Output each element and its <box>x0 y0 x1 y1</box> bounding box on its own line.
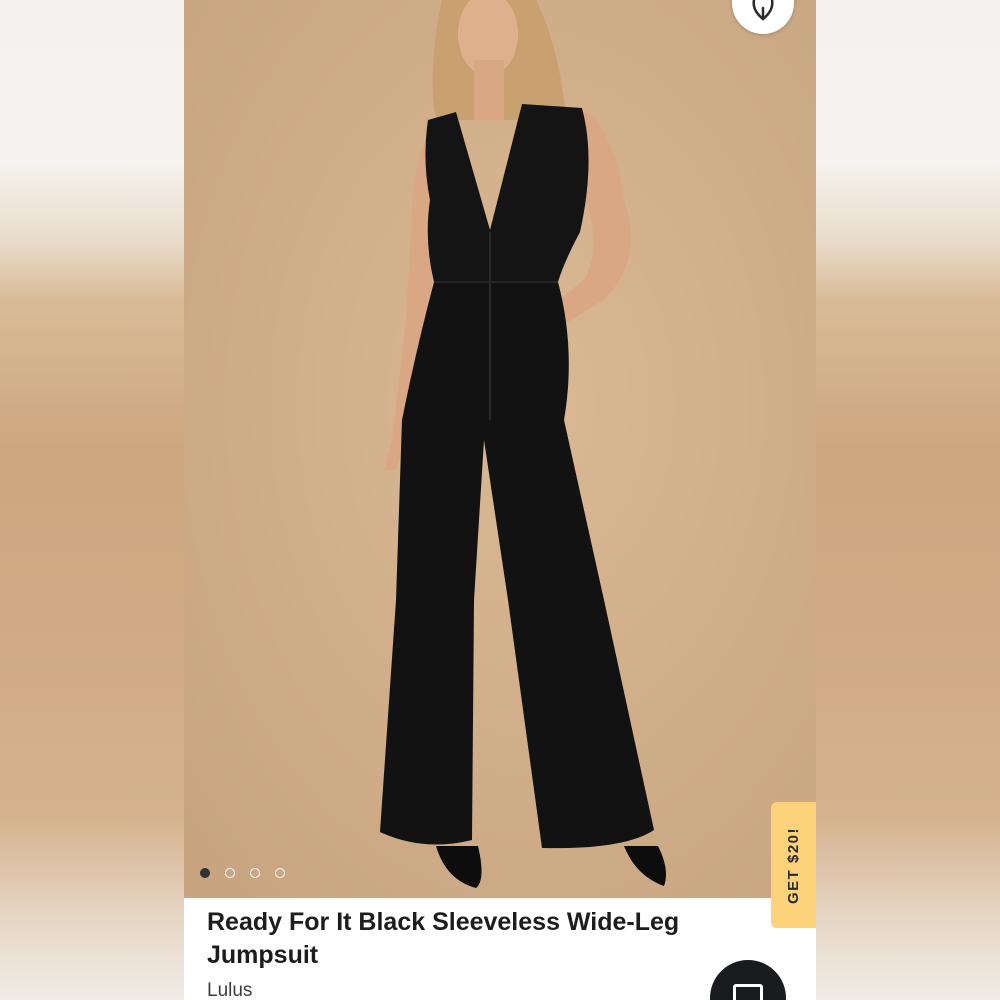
listing-screen: GET $20! Ready For It Black Sleeveless W… <box>184 0 816 1000</box>
listing-brand[interactable]: Lulus <box>207 980 747 1000</box>
heart-icon <box>752 0 774 21</box>
gallery-dot[interactable] <box>275 868 285 878</box>
product-photo[interactable] <box>184 0 816 898</box>
message-icon <box>733 984 763 1000</box>
model-illustration <box>380 0 666 888</box>
gallery-pagination <box>200 868 285 878</box>
gallery-dot[interactable] <box>250 868 260 878</box>
blurred-backdrop-left <box>0 0 184 1000</box>
listing-info: Ready For It Black Sleeveless Wide-Leg J… <box>207 906 747 1000</box>
promo-tab[interactable]: GET $20! <box>771 802 816 928</box>
blurred-backdrop-right <box>816 0 1000 1000</box>
listing-title: Ready For It Black Sleeveless Wide-Leg J… <box>207 908 680 969</box>
gallery-dot[interactable] <box>200 868 210 878</box>
gallery-dot[interactable] <box>225 868 235 878</box>
promo-label: GET $20! <box>785 826 803 904</box>
